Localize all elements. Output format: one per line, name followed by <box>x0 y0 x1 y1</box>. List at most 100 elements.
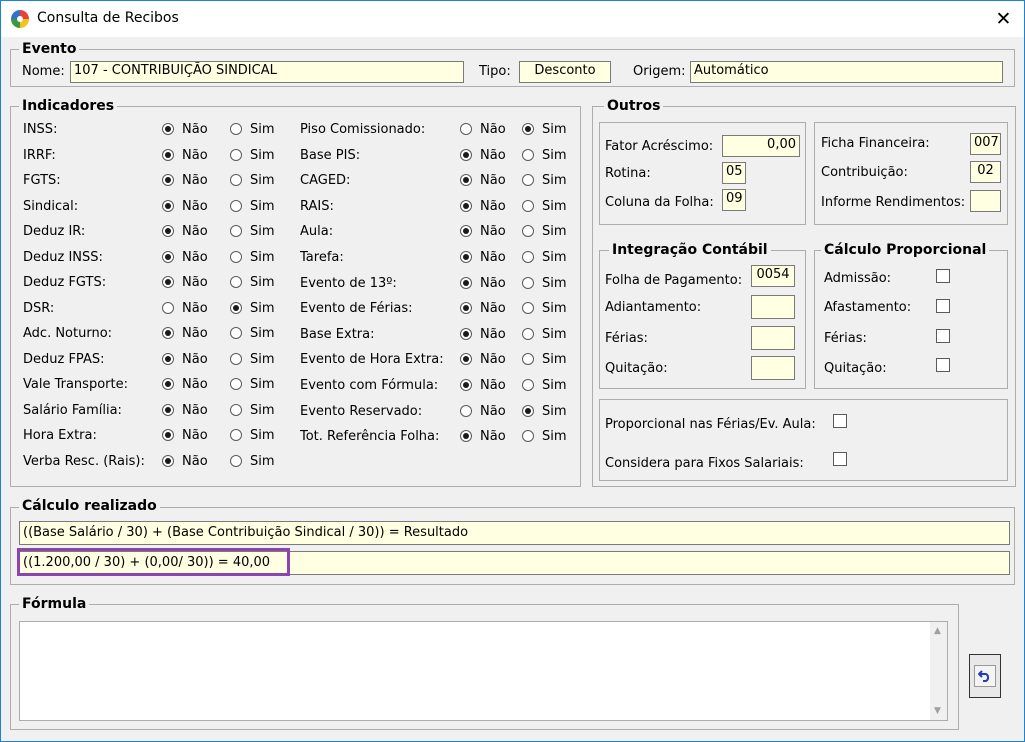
radio-nao[interactable] <box>460 251 472 263</box>
formula-scrollbar[interactable]: ▲ ▼ <box>930 622 947 720</box>
indicator-label: Deduz IR: <box>23 224 86 239</box>
radio-sim[interactable] <box>230 123 242 135</box>
radio-sim[interactable] <box>230 454 242 467</box>
radio-nao[interactable] <box>162 403 174 416</box>
evento-title: Evento <box>19 41 80 57</box>
formula-description-field[interactable]: ((Base Salário / 30) + (Base Contribuiçã… <box>19 521 1010 545</box>
radio-nao[interactable] <box>162 148 174 161</box>
radio-sim[interactable] <box>522 199 534 212</box>
radio-nao[interactable] <box>460 123 472 135</box>
coluna-label: Coluna da Folha: <box>605 195 714 210</box>
radio-sim[interactable] <box>230 378 242 390</box>
radio-nao[interactable] <box>460 199 472 212</box>
radio-sim-label: Sim <box>542 122 567 137</box>
informe-field[interactable] <box>970 190 1001 212</box>
close-icon[interactable]: ✕ <box>983 1 1024 37</box>
coluna-field[interactable]: 09 <box>722 189 746 211</box>
radio-sim-label: Sim <box>250 377 275 392</box>
radio-nao[interactable] <box>162 225 174 237</box>
scroll-down-icon[interactable]: ▼ <box>934 706 941 716</box>
folha-label: Folha de Pagamento: <box>605 273 743 288</box>
radio-nao-label: Não <box>182 326 208 341</box>
adiantamento-field[interactable] <box>751 295 795 319</box>
radio-nao[interactable] <box>162 327 174 339</box>
radio-nao[interactable] <box>162 123 174 135</box>
radio-nao[interactable] <box>162 199 174 212</box>
radio-nao[interactable] <box>162 454 174 467</box>
radio-sim[interactable] <box>230 327 242 339</box>
adiantamento-label: Adiantamento: <box>605 300 702 315</box>
radio-sim[interactable] <box>230 352 242 365</box>
prop-ferias-checkbox[interactable] <box>833 414 847 428</box>
radio-nao[interactable] <box>460 276 472 289</box>
integracao-quitacao-field[interactable] <box>751 356 795 380</box>
formula-textarea[interactable]: ▲ ▼ <box>19 621 948 721</box>
radio-nao-label: Não <box>480 198 506 214</box>
tipo-field[interactable]: Desconto <box>519 61 611 83</box>
proporcional-ferias-checkbox[interactable] <box>936 329 950 343</box>
radio-sim[interactable] <box>522 379 534 391</box>
radio-sim[interactable] <box>230 403 242 416</box>
radio-sim-label: Sim <box>250 453 275 469</box>
radio-nao[interactable] <box>162 301 174 314</box>
undo-button[interactable] <box>969 654 1001 698</box>
informe-label: Informe Rendimentos: <box>821 195 966 210</box>
radio-sim[interactable] <box>230 301 242 314</box>
admissao-checkbox[interactable] <box>936 269 950 283</box>
radio-nao[interactable] <box>162 352 174 365</box>
radio-sim[interactable] <box>230 429 242 441</box>
radio-sim[interactable] <box>522 123 534 135</box>
radio-nao[interactable] <box>162 174 174 186</box>
radio-sim-label: Sim <box>542 173 567 189</box>
scroll-up-icon[interactable]: ▲ <box>934 626 941 636</box>
nome-field[interactable]: 107 - CONTRIBUIÇÃO SINDICAL <box>70 61 464 83</box>
integracao-ferias-field[interactable] <box>751 326 795 350</box>
radio-sim-label: Sim <box>542 301 567 317</box>
radio-sim-label: Sim <box>542 429 567 445</box>
indicator-label: Salário Família: <box>23 402 122 418</box>
origem-field[interactable]: Automático <box>690 61 1003 83</box>
radio-sim[interactable] <box>230 276 242 288</box>
radio-sim[interactable] <box>522 276 534 289</box>
radio-nao[interactable] <box>460 379 472 391</box>
radio-nao[interactable] <box>162 276 174 288</box>
radio-sim[interactable] <box>522 148 534 161</box>
radio-sim-label: Sim <box>250 402 275 418</box>
radio-nao[interactable] <box>460 404 472 417</box>
radio-nao[interactable] <box>162 378 174 390</box>
fator-field[interactable]: 0,00 <box>722 135 800 157</box>
radio-sim[interactable] <box>230 199 242 212</box>
rotina-field[interactable]: 05 <box>722 162 746 184</box>
indicator-label: Vale Transporte: <box>23 377 128 392</box>
radio-sim[interactable] <box>230 250 242 263</box>
indicator-label: Piso Comissionado: <box>300 122 426 137</box>
radio-nao-label: Não <box>480 122 506 137</box>
indicator-label: Deduz FPAS: <box>23 351 105 367</box>
radio-sim[interactable] <box>230 225 242 237</box>
origem-label: Origem: <box>633 64 686 79</box>
indicator-label: Hora Extra: <box>23 428 97 443</box>
fixos-checkbox[interactable] <box>833 452 847 466</box>
proporcional-quitacao-checkbox[interactable] <box>936 358 950 372</box>
radio-nao[interactable] <box>162 429 174 441</box>
afastamento-checkbox[interactable] <box>936 299 950 313</box>
radio-nao[interactable] <box>460 148 472 161</box>
radio-nao[interactable] <box>460 327 472 340</box>
radio-sim[interactable] <box>522 404 534 417</box>
radio-sim-label: Sim <box>250 122 275 137</box>
folha-field[interactable]: 0054 <box>751 265 795 287</box>
admissao-label: Admissão: <box>824 271 892 286</box>
radio-sim-label: Sim <box>250 147 275 163</box>
ficha-field[interactable]: 007 <box>970 133 1001 155</box>
radio-sim[interactable] <box>522 327 534 340</box>
radio-nao[interactable] <box>162 250 174 263</box>
radio-sim[interactable] <box>230 174 242 186</box>
indicator-label: CAGED: <box>300 173 351 189</box>
proporcional-quitacao-label: Quitação: <box>824 361 887 376</box>
radio-sim-label: Sim <box>542 147 567 163</box>
contrib-field[interactable]: 02 <box>970 161 1001 183</box>
radio-sim[interactable] <box>522 251 534 263</box>
radio-sim[interactable] <box>230 148 242 161</box>
ficha-label: Ficha Financeira: <box>821 136 930 151</box>
undo-icon <box>974 665 996 687</box>
